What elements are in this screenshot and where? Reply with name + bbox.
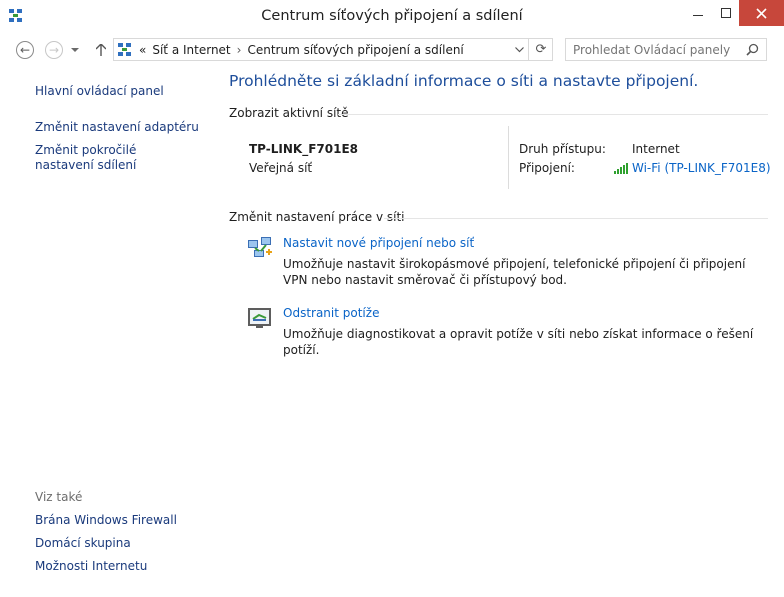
wifi-signal-icon (614, 162, 628, 174)
maximize-button[interactable] (713, 0, 739, 26)
sidebar-link-control-panel-home[interactable]: Hlavní ovládací panel (35, 84, 164, 98)
search-box[interactable] (565, 38, 767, 61)
refresh-icon: ⟳ (535, 42, 547, 57)
see-also-firewall[interactable]: Brána Windows Firewall (35, 513, 177, 527)
wifi-connection-link[interactable]: Wi-Fi (TP-LINK_F701E8) (614, 161, 771, 175)
breadcrumb-item-network-center[interactable]: Centrum síťových připojení a sdílení (247, 43, 463, 57)
sidebar-link-advanced-sharing[interactable]: Změnit pokročilé nastavení sdílení (35, 143, 195, 173)
task-troubleshoot: Odstranit potíže Umožňuje diagnostikovat… (247, 304, 767, 357)
arrow-up-icon (96, 44, 106, 56)
search-input[interactable] (566, 39, 750, 60)
troubleshoot-link[interactable]: Odstranit potíže (283, 306, 379, 320)
network-name: TP-LINK_F701E8 (249, 142, 358, 156)
troubleshoot-description: Umožňuje diagnostikovat a opravit potíže… (283, 327, 754, 357)
arrow-left-icon: ← (16, 41, 34, 59)
see-also-heading: Viz také (35, 490, 83, 504)
window-title: Centrum síťových připojení a sdílení (261, 8, 523, 24)
recent-locations-button[interactable] (67, 39, 83, 61)
back-button[interactable]: ← (14, 39, 36, 61)
network-type[interactable]: Veřejná síť (249, 161, 312, 175)
sidebar: Hlavní ovládací panel Změnit nastavení a… (0, 68, 215, 597)
breadcrumb-overflow[interactable]: « (139, 43, 146, 57)
page-title: Prohlédněte si základní informace o síti… (229, 72, 699, 90)
divider (384, 218, 768, 219)
see-also-internet-options[interactable]: Možnosti Internetu (35, 559, 147, 573)
connection-label: Připojení: (519, 161, 575, 175)
task-new-connection: Nastavit nové připojení nebo síť Umožňuj… (247, 234, 767, 294)
chevron-down-icon (514, 47, 524, 53)
address-dropdown-button[interactable] (511, 40, 527, 60)
active-networks-label: Zobrazit aktivní sítě (229, 106, 349, 120)
wifi-connection-label: Wi-Fi (TP-LINK_F701E8) (632, 161, 771, 175)
control-panel-icon (118, 43, 131, 59)
refresh-button[interactable]: ⟳ (528, 39, 553, 60)
vertical-divider (508, 126, 509, 189)
search-icon[interactable] (746, 43, 759, 59)
sidebar-link-adapter-settings[interactable]: Změnit nastavení adaptéru (35, 120, 199, 134)
minimize-icon (693, 15, 703, 16)
access-type-value: Internet (632, 142, 680, 156)
change-settings-label: Změnit nastavení práce v síti (229, 210, 405, 224)
breadcrumb-item-network-internet[interactable]: Síť a Internet (152, 43, 230, 57)
address-bar[interactable]: « Síť a Internet › Centrum síťových přip… (113, 38, 553, 61)
forward-button[interactable]: → (43, 39, 65, 61)
close-button[interactable] (739, 0, 784, 26)
divider (338, 114, 768, 115)
new-connection-link[interactable]: Nastavit nové připojení nebo síť (283, 236, 474, 250)
up-button[interactable] (90, 39, 112, 61)
maximize-icon (721, 8, 731, 18)
new-connection-description: Umožňuje nastavit širokopásmové připojen… (283, 257, 746, 287)
breadcrumb: « Síť a Internet › Centrum síťových přip… (139, 43, 464, 57)
access-type-label: Druh přístupu: (519, 142, 606, 156)
chevron-down-icon (71, 47, 79, 52)
breadcrumb-separator[interactable]: › (237, 43, 242, 57)
close-icon (756, 7, 767, 19)
title-bar: Centrum síťových připojení a sdílení (0, 0, 784, 34)
new-connection-icon (247, 236, 273, 263)
troubleshoot-icon (247, 306, 273, 333)
arrow-right-icon: → (45, 41, 63, 59)
minimize-button[interactable] (683, 0, 713, 26)
see-also-homegroup[interactable]: Domácí skupina (35, 536, 131, 550)
